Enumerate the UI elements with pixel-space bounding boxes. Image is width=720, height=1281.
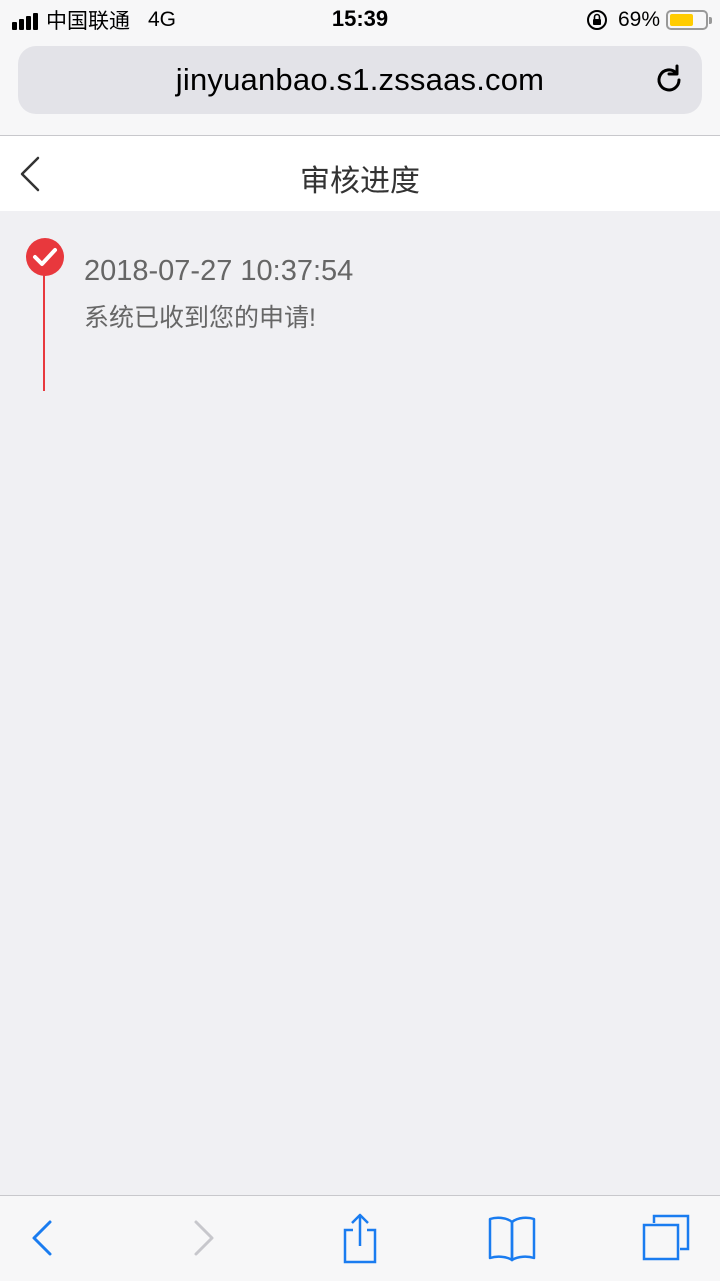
browser-share-button[interactable] [336,1212,384,1264]
check-circle-icon [26,238,64,276]
reload-icon[interactable] [652,63,686,97]
bookmarks-icon[interactable] [486,1214,538,1262]
battery-cap [709,17,712,24]
battery-fill [670,14,694,26]
browser-address-area: jinyuanbao.s1.zssaas.com [0,40,720,136]
url-text[interactable]: jinyuanbao.s1.zssaas.com [176,62,544,98]
browser-toolbar [0,1195,720,1281]
page-title: 审核进度 [300,165,420,198]
share-icon[interactable] [340,1212,380,1264]
tabs-icon[interactable] [640,1213,692,1263]
browser-forward-button[interactable] [184,1212,224,1264]
battery-icon [666,10,712,30]
address-bar[interactable]: jinyuanbao.s1.zssaas.com [18,46,702,114]
browser-bookmarks-button[interactable] [484,1212,540,1264]
orientation-lock-icon [586,10,607,30]
timeline-entry-message: 系统已收到您的申请! [84,304,316,332]
battery-percent: 69% [617,8,660,31]
browser-back-button[interactable] [22,1212,62,1264]
status-bar: 中国联通 4G 15:39 69% [0,0,720,40]
forward-arrow-icon[interactable] [192,1218,216,1258]
page-header: 审核进度 [0,136,720,211]
browser-tabs-button[interactable] [638,1212,694,1264]
status-right: 69% [586,6,712,34]
review-progress-content: 2018-07-27 10:37:54 系统已收到您的申请! [0,211,720,1195]
timeline-line [43,273,45,391]
back-arrow-icon[interactable] [30,1218,54,1258]
timeline-entry-time: 2018-07-27 10:37:54 [84,255,354,287]
